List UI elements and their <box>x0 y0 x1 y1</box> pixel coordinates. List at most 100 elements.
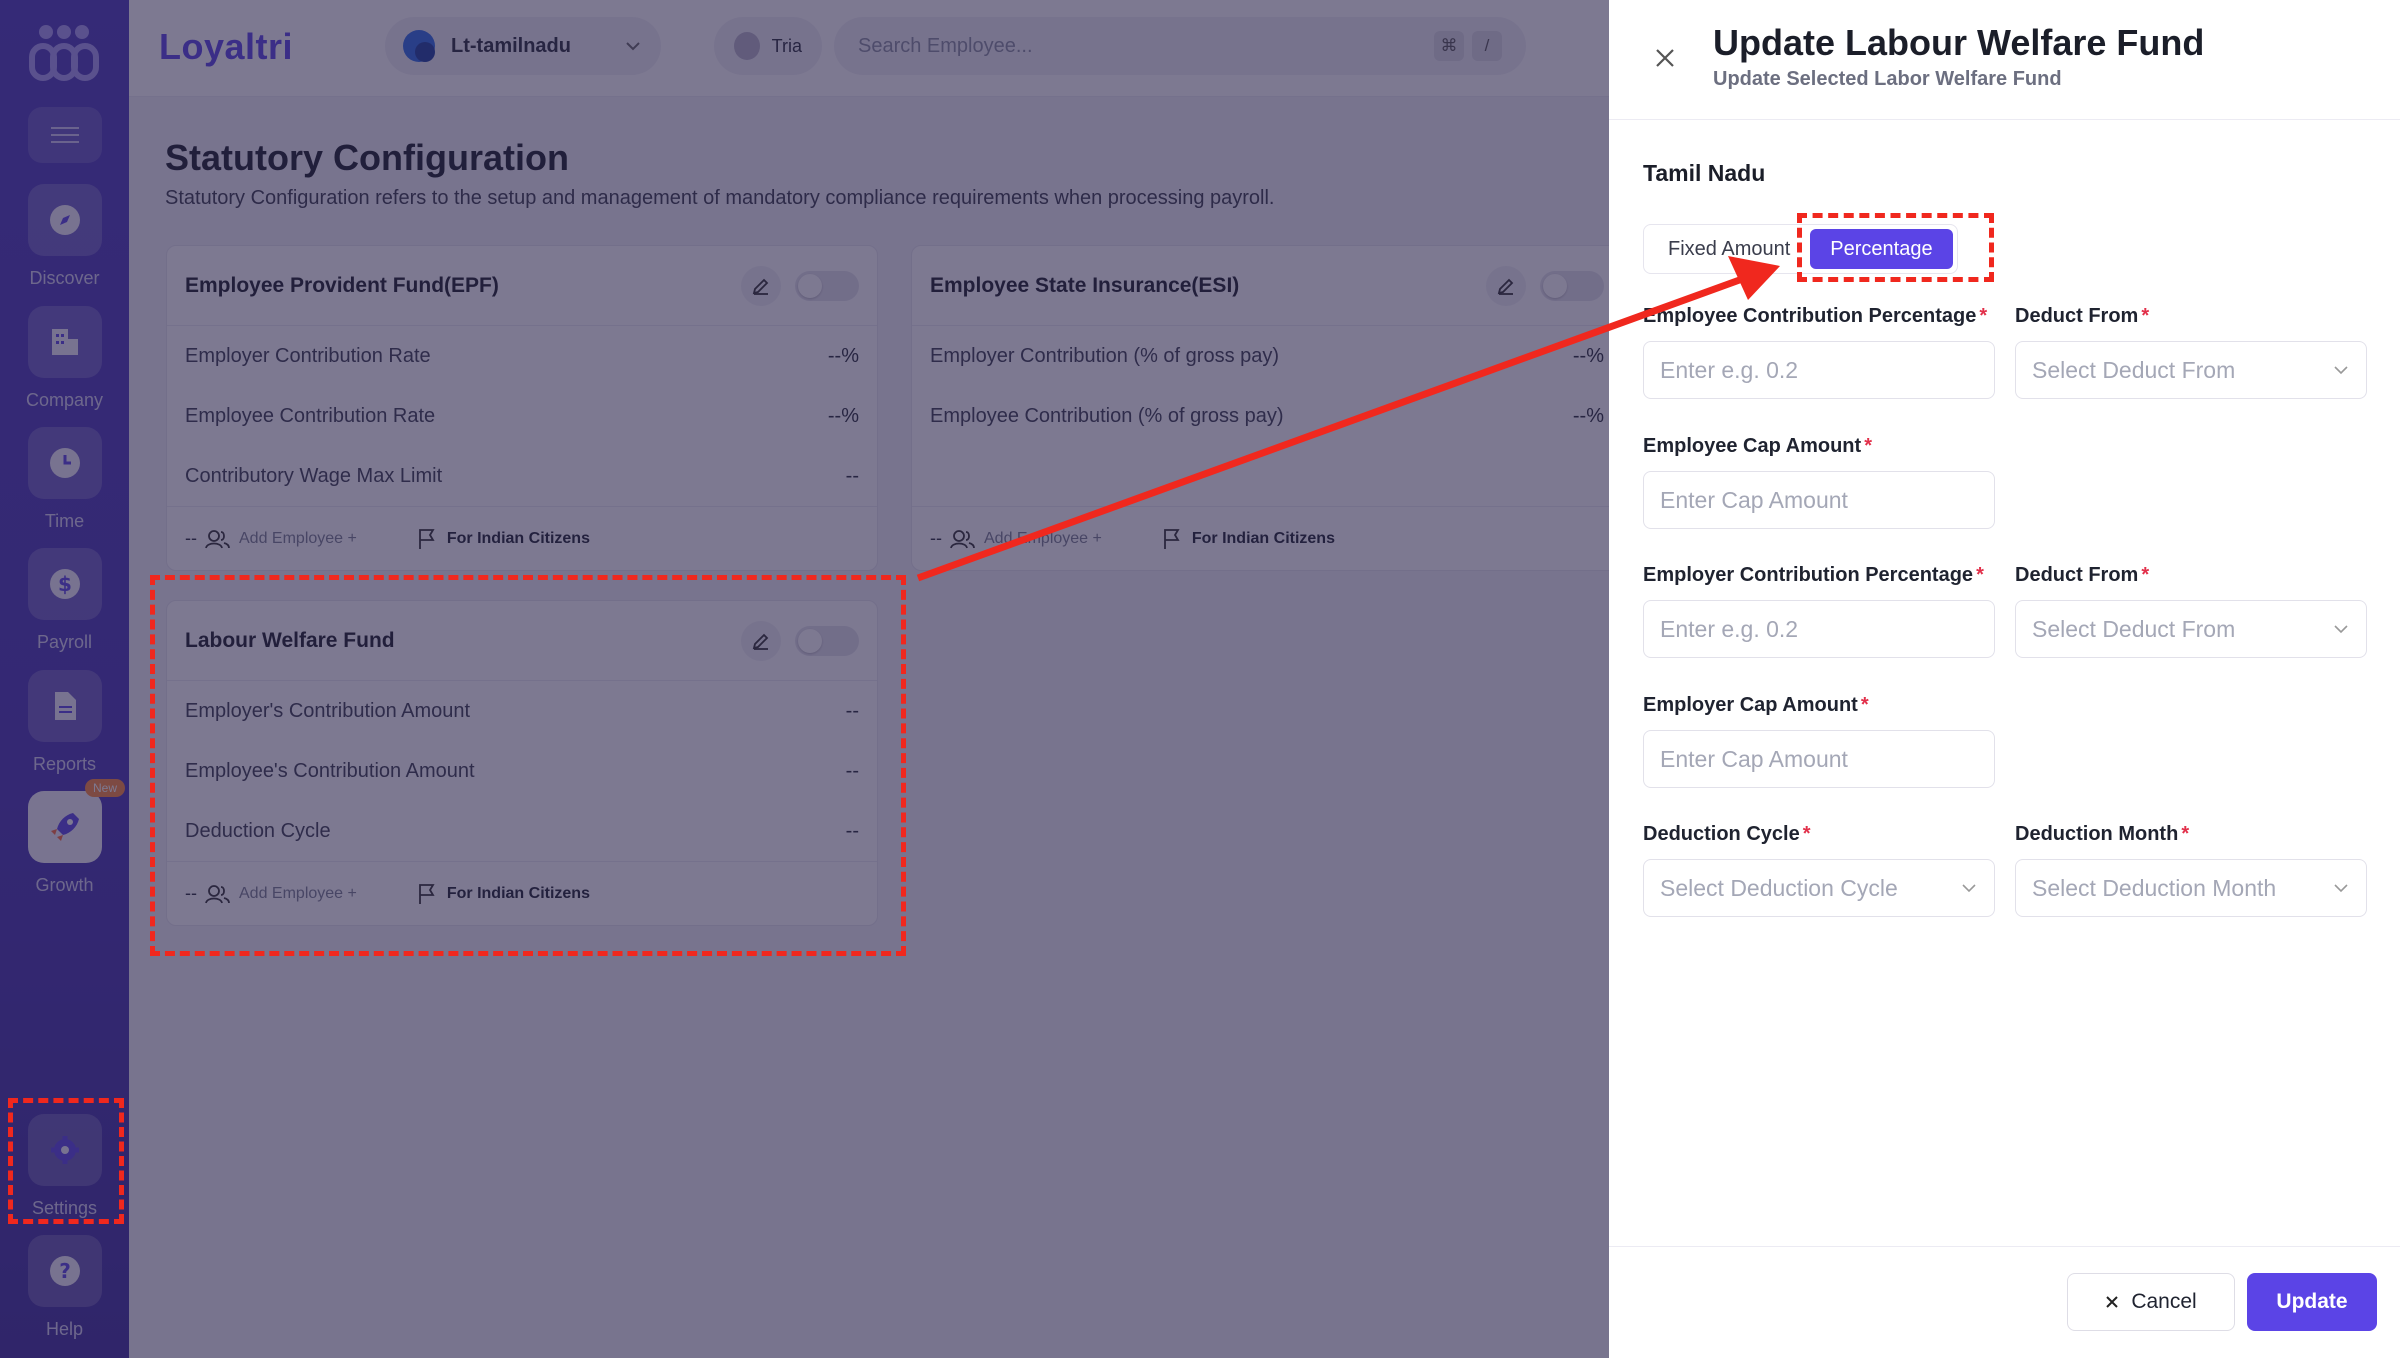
svg-text:?: ? <box>59 1259 71 1283</box>
pencil-icon <box>752 633 769 650</box>
user-chip[interactable]: Tria <box>714 17 822 75</box>
esi-card: Employee State Insurance(ESI) Employer C… <box>911 245 1623 571</box>
employee-deduct-label: Deduct From * <box>2015 305 2150 327</box>
top-bar: Loyaltri Lt-tamilnadu Tria ⌘ / <box>129 0 1609 97</box>
cancel-button[interactable]: Cancel <box>2067 1273 2235 1331</box>
employer-deduct-select[interactable]: Select Deduct From <box>2015 600 2367 658</box>
employer-cap-input[interactable] <box>1660 745 1978 773</box>
card-row: Deduction Cycle -- <box>185 819 859 842</box>
sidebar-item-label: Help <box>45 1319 84 1339</box>
employee-count: -- <box>185 883 197 903</box>
menu-toggle-button[interactable] <box>28 107 102 163</box>
epf-toggle[interactable] <box>795 270 859 301</box>
pencil-icon <box>1497 278 1514 295</box>
sidebar-item-label: Reports <box>32 754 97 774</box>
deduction-month-label: Deduction Month * <box>2015 823 2190 845</box>
sidebar-item-settings[interactable]: Settings <box>0 1114 129 1219</box>
sidebar-item-payroll[interactable]: $ Payroll <box>0 548 129 653</box>
new-badge: New <box>85 779 126 797</box>
main-content: Statutory Configuration Statutory Config… <box>129 97 1623 1358</box>
brand-name[interactable]: Loyaltri <box>159 26 293 68</box>
citizen-scope: For Indian Citizens <box>446 529 590 547</box>
add-employee-link[interactable]: Add Employee + <box>984 530 1102 548</box>
search-input[interactable] <box>858 34 1426 58</box>
hamburger-icon <box>51 127 79 143</box>
building-icon <box>51 329 78 355</box>
deduction-cycle-select[interactable]: Select Deduction Cycle <box>1643 859 1995 917</box>
tab-fixed-amount[interactable]: Fixed Amount <box>1648 229 1810 269</box>
employer-deduct-label: Deduct From * <box>2015 564 2150 586</box>
sidebar-item-company[interactable]: Company <box>0 306 129 411</box>
employee-pct-label: Employee Contribution Percentage * <box>1643 305 1988 327</box>
document-icon <box>54 692 76 720</box>
rocket-icon <box>50 813 79 841</box>
flag-icon <box>1163 528 1180 549</box>
card-row: Employer Contribution Rate --% <box>185 344 859 367</box>
tab-percentage[interactable]: Percentage <box>1810 229 1953 269</box>
amount-type-toggle: Fixed Amount Percentage <box>1643 224 1958 274</box>
employee-pct-input[interactable] <box>1660 356 1978 384</box>
employee-deduct-select[interactable]: Select Deduct From <box>2015 341 2367 399</box>
deduction-cycle-label: Deduction Cycle * <box>1643 823 1811 845</box>
close-button[interactable] <box>1649 42 1681 74</box>
employer-cap-field <box>1643 730 1995 788</box>
sidebar: Discover Company Time $ Payroll Reports … <box>0 0 129 1358</box>
sidebar-item-label: Discover <box>29 268 100 288</box>
sidebar-item-discover[interactable]: Discover <box>0 184 129 289</box>
drawer-title: Update Labour Welfare Fund <box>1713 22 2205 63</box>
edit-button[interactable] <box>741 620 781 661</box>
sidebar-item-label: Time <box>44 511 85 531</box>
card-row-spacer <box>912 446 1622 506</box>
add-employee-link[interactable]: Add Employee + <box>239 530 357 548</box>
chevron-down-icon <box>2334 366 2348 375</box>
esi-toggle[interactable] <box>1540 270 1604 301</box>
epf-card: Employee Provident Fund(EPF) Employer Co… <box>166 245 878 571</box>
lwf-card[interactable]: Labour Welfare Fund Employer's Contribut… <box>166 600 878 926</box>
users-icon <box>205 884 230 903</box>
organization-select[interactable]: Lt-tamilnadu <box>385 17 661 75</box>
org-logo-icon <box>403 30 435 62</box>
chevron-down-icon <box>626 42 640 51</box>
close-icon <box>1656 49 1674 67</box>
deduction-month-select[interactable]: Select Deduction Month <box>2015 859 2367 917</box>
update-button[interactable]: Update <box>2247 1273 2377 1331</box>
citizen-scope: For Indian Citizens <box>446 884 590 902</box>
drawer-footer: Cancel Update <box>1609 1246 2400 1358</box>
sidebar-item-growth[interactable]: New Growth <box>0 779 129 896</box>
card-title: Employee State Insurance(ESI) <box>930 273 1240 297</box>
sidebar-item-label: Growth <box>35 875 94 895</box>
help-icon: ? <box>49 1256 80 1286</box>
card-row: Employer's Contribution Amount -- <box>185 699 859 722</box>
avatar <box>734 32 760 60</box>
app-logo-icon[interactable] <box>28 24 100 82</box>
org-name: Lt-tamilnadu <box>451 34 571 57</box>
lwf-toggle[interactable] <box>795 625 859 656</box>
svg-text:$: $ <box>58 572 72 596</box>
sidebar-item-time[interactable]: Time <box>0 427 129 532</box>
card-row: Employee Contribution Rate --% <box>185 404 859 427</box>
close-icon <box>2106 1296 2119 1308</box>
card-row: Employee's Contribution Amount -- <box>185 759 859 782</box>
edit-button[interactable] <box>1486 265 1526 306</box>
user-name: Tria <box>771 35 802 56</box>
card-row: Employee Contribution (% of gross pay) --… <box>930 404 1604 427</box>
update-lwf-drawer: Update Labour Welfare Fund Update Select… <box>1609 0 2400 1358</box>
employer-pct-input[interactable] <box>1660 615 1978 643</box>
page-title: Statutory Configuration <box>165 137 569 178</box>
gear-icon <box>50 1136 79 1164</box>
employer-pct-label: Employer Contribution Percentage * <box>1643 564 1984 586</box>
employee-cap-label: Employee Cap Amount * <box>1643 435 1872 457</box>
slash-key-icon: / <box>1472 31 1502 61</box>
card-title: Employee Provident Fund(EPF) <box>185 273 499 297</box>
add-employee-link[interactable]: Add Employee + <box>239 885 357 903</box>
page-description: Statutory Configuration refers to the se… <box>165 187 1275 209</box>
employer-cap-label: Employer Cap Amount * <box>1643 694 1869 716</box>
sidebar-item-help[interactable]: ? Help <box>0 1235 129 1340</box>
sidebar-item-reports[interactable]: Reports <box>0 670 129 775</box>
state-name: Tamil Nadu <box>1643 160 1766 186</box>
drawer-subtitle: Update Selected Labor Welfare Fund <box>1713 68 2062 90</box>
employee-cap-input[interactable] <box>1660 486 1978 514</box>
chevron-down-icon <box>2334 625 2348 634</box>
search-bar: ⌘ / <box>834 17 1526 75</box>
edit-button[interactable] <box>741 265 781 306</box>
